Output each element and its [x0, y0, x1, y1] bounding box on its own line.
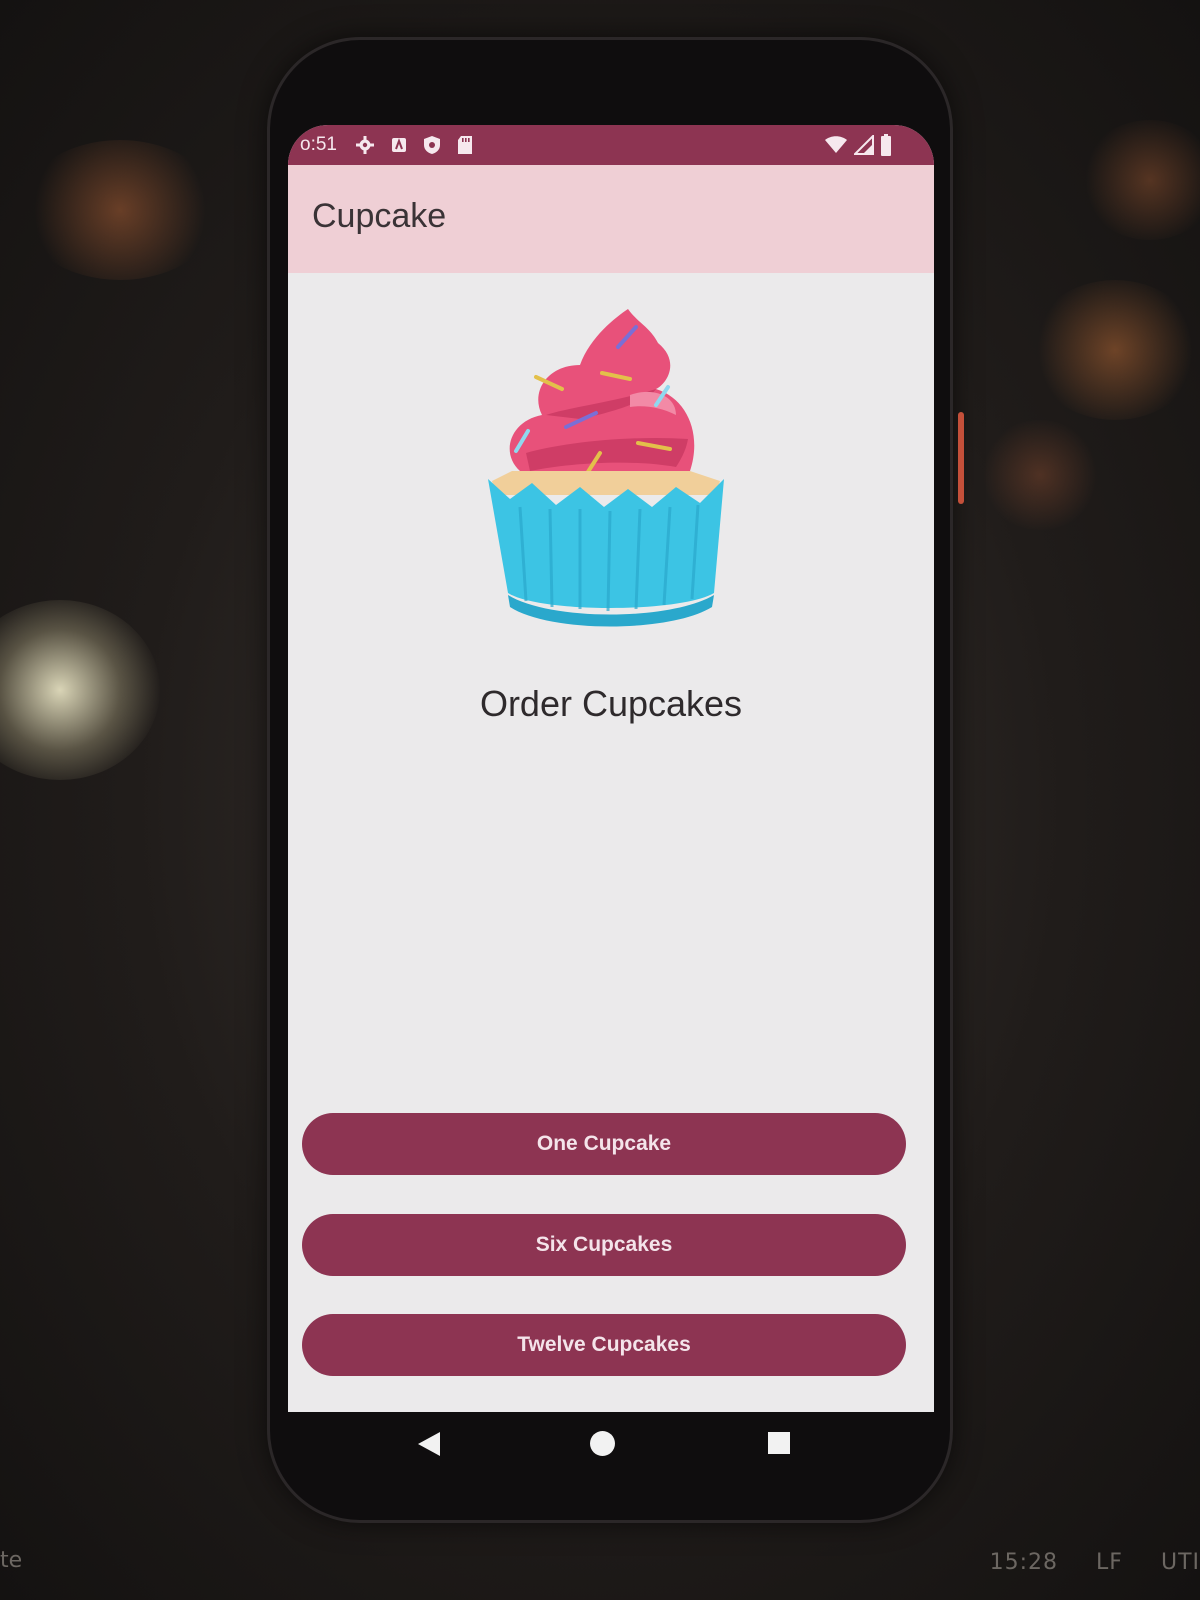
back-icon[interactable]: [418, 1432, 440, 1456]
ambient-light: [980, 420, 1100, 530]
order-heading: Order Cupcakes: [479, 683, 743, 724]
shield-icon: [423, 135, 441, 155]
status-bar: o:51: [288, 125, 934, 165]
home-icon[interactable]: [590, 1431, 615, 1456]
app-title: Cupcake: [312, 197, 447, 235]
phone-screen: o:51 Cupcake Order Cupcakes One Cupcake …: [288, 125, 934, 1412]
system-nav-bar: [288, 1412, 934, 1474]
one-cupcake-button[interactable]: One Cupcake: [302, 1113, 906, 1175]
ide-encoding[interactable]: UTI: [1161, 1550, 1200, 1575]
cupcake-illustration: [480, 303, 740, 648]
recents-icon[interactable]: [768, 1432, 790, 1454]
settings-icon: [355, 135, 375, 155]
ide-status-bar: 15:28 LF UTI: [960, 1550, 1200, 1575]
ambient-light: [20, 140, 220, 280]
signal-icon: [854, 135, 874, 155]
sd-card-icon: [457, 135, 473, 155]
status-time: o:51: [300, 134, 337, 155]
notification-icon: [391, 137, 407, 153]
top-app-bar: Cupcake: [288, 165, 934, 273]
ide-clock: 15:28: [989, 1550, 1059, 1575]
ide-fragment-text: te: [0, 1548, 23, 1573]
ambient-light: [1030, 280, 1200, 420]
power-button[interactable]: [958, 412, 964, 504]
six-cupcakes-button[interactable]: Six Cupcakes: [302, 1214, 906, 1276]
battery-icon: [880, 134, 892, 156]
wifi-icon: [824, 136, 848, 154]
twelve-cupcakes-button[interactable]: Twelve Cupcakes: [302, 1314, 906, 1376]
ambient-light: [0, 600, 160, 780]
ambient-light: [1080, 120, 1200, 240]
ide-line-ending[interactable]: LF: [1096, 1550, 1123, 1575]
